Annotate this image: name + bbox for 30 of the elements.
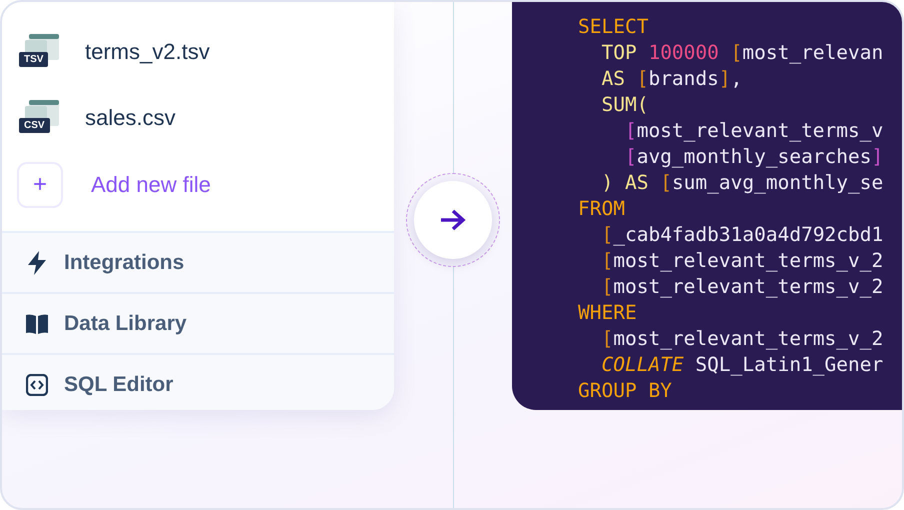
convert-button[interactable] (414, 181, 492, 259)
book-icon (26, 314, 48, 334)
code-line: SUM( (600, 92, 650, 118)
code-line: [avg_monthly_searches] (624, 144, 884, 170)
nav-label: Data Library (64, 312, 187, 336)
code-line: [most_relevant_terms_v_2 (600, 248, 884, 274)
code-line: [_cab4fadb31a0a4d792cbd1 (600, 222, 884, 248)
lightning-icon (26, 250, 48, 274)
code-line: GROUP BY (578, 378, 673, 404)
code-icon (26, 374, 48, 396)
code-line: [most_relevant_terms_v_2 (600, 274, 884, 300)
code-line: FROM (578, 196, 626, 222)
add-file-link[interactable]: Add new file (91, 172, 211, 198)
add-file-button[interactable]: + (17, 162, 63, 208)
code-line: COLLATE SQL_Latin1_Gener (600, 352, 884, 378)
code-line: SELECT (578, 14, 650, 40)
file-name[interactable]: sales.csv (85, 105, 176, 132)
code-line: TOP 100000 [most_relevan (600, 40, 884, 66)
nav-label: SQL Editor (64, 372, 174, 396)
nav-item[interactable]: Data Library (2, 292, 394, 353)
code-line: AS [brands], (600, 66, 744, 92)
arrow-right-icon (440, 209, 466, 231)
code-line: [most_relevant_terms_v (624, 118, 884, 144)
file-type-badge: TSV (19, 52, 48, 67)
file-name[interactable]: terms_v2.tsv (85, 38, 210, 65)
code-line: [most_relevant_terms_v_2 (600, 326, 884, 352)
code-line: ) AS [sum_avg_monthly_se (600, 170, 884, 196)
nav-label: Integrations (64, 250, 184, 274)
file-type-badge: CSV (19, 118, 50, 134)
code-line: WHERE (578, 300, 638, 326)
